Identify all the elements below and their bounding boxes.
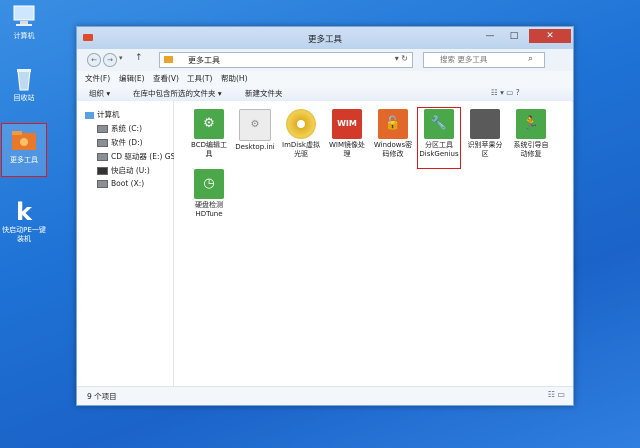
desktop-icon-computer[interactable]: 计算机: [2, 4, 46, 41]
menu-help[interactable]: 帮助(H): [221, 73, 248, 84]
sidebar-item-drive-d[interactable]: 软件 (D:): [97, 137, 143, 148]
disc-icon: [286, 109, 316, 139]
file-list: ⚙ BCD编辑工具 ⚙ Desktop.ini ImDisk虚拟光驱 WIM W…: [174, 101, 572, 386]
status-bar: 9 个项目 ☷ ▭: [77, 386, 573, 405]
back-button[interactable]: ←: [87, 53, 101, 67]
file-item-selected[interactable]: 🔧 分区工具DiskGenius: [417, 107, 461, 169]
menu-edit[interactable]: 编辑(E): [119, 73, 145, 84]
sidebar-item-computer[interactable]: 计算机: [85, 109, 120, 120]
search-box[interactable]: ⌕: [423, 52, 545, 68]
computer-icon: [85, 111, 94, 119]
desktop-icon-label: 快启动PE一键装机: [2, 226, 46, 243]
sidebar-item-drive-e[interactable]: CD 驱动器 (E:) GSP: [97, 151, 180, 162]
navigation-pane: 计算机 系统 (C:) 软件 (D:) CD 驱动器 (E:) GSP 快启动 …: [77, 101, 180, 386]
desktop-icon-label: 计算机: [13, 32, 35, 40]
search-input[interactable]: [424, 53, 536, 65]
usb-drive-icon: [97, 167, 108, 175]
drive-icon: [97, 180, 108, 188]
menu-view[interactable]: 查看(V): [153, 73, 179, 84]
lock-icon: 🔓: [378, 109, 408, 139]
file-name: 分区工具DiskGenius: [419, 141, 459, 158]
svg-text:k: k: [16, 198, 33, 224]
organize-button[interactable]: 组织 ▾: [89, 88, 110, 99]
file-item[interactable]: WIM WIM镜像处理: [327, 109, 367, 159]
view-toggle-icons[interactable]: ☷ ▭: [548, 390, 565, 399]
address-path: 更多工具: [188, 56, 220, 65]
file-name: 识别苹果分区: [467, 141, 503, 158]
sidebar-item-drive-x[interactable]: Boot (X:): [97, 179, 144, 188]
explorer-window: 更多工具 — □ ✕ ← → ▾ ↑ 更多工具 ▾ ↻ ⌕ 文件(F) 编辑(E…: [76, 26, 574, 406]
forward-button[interactable]: →: [103, 53, 117, 67]
menu-bar: 文件(F) 编辑(E) 查看(V) 工具(T) 帮助(H): [77, 71, 573, 85]
address-refresh-icon[interactable]: ▾ ↻: [395, 54, 408, 63]
command-bar: 组织 ▾ 在库中包含所选的文件夹 ▾ 新建文件夹 ☷ ▾ ▭ ?: [77, 85, 573, 102]
folder-icon: [10, 128, 38, 154]
file-name: BCD编辑工具: [191, 141, 227, 158]
sidebar-item-drive-c[interactable]: 系统 (C:): [97, 123, 142, 134]
folder-icon: [164, 56, 173, 63]
cd-drive-icon: [97, 153, 108, 161]
desktop-icon-more-tools[interactable]: 更多工具: [1, 123, 47, 177]
file-name: ImDisk虚拟光驱: [282, 141, 320, 158]
recycle-bin-icon: [10, 66, 38, 92]
computer-icon: [10, 4, 38, 30]
gear-icon: ⚙: [194, 109, 224, 139]
file-item[interactable]: 识别苹果分区: [465, 109, 505, 159]
sidebar-item-drive-u[interactable]: 快启动 (U:): [97, 165, 150, 176]
view-options-button[interactable]: ☷ ▾ ▭ ?: [491, 88, 520, 97]
file-item[interactable]: ◷ 硬盘检测HDTune: [189, 169, 229, 219]
file-item[interactable]: ImDisk虚拟光驱: [281, 109, 321, 159]
file-item[interactable]: ⚙ Desktop.ini: [235, 109, 275, 152]
close-button[interactable]: ✕: [529, 29, 571, 43]
menu-tools[interactable]: 工具(T): [187, 73, 212, 84]
address-bar[interactable]: 更多工具 ▾ ↻: [159, 52, 413, 68]
clock-icon: ◷: [194, 169, 224, 199]
address-row: ← → ▾ ↑ 更多工具 ▾ ↻ ⌕: [77, 49, 573, 71]
file-name: Desktop.ini: [235, 143, 275, 151]
item-count: 9 个项目: [87, 392, 117, 401]
drive-icon: [97, 139, 108, 147]
runner-icon: 🏃: [516, 109, 546, 139]
new-folder-button[interactable]: 新建文件夹: [245, 88, 283, 99]
file-name: 硬盘检测HDTune: [195, 201, 223, 218]
wrench-icon: 🔧: [424, 109, 454, 139]
apple-icon: [470, 109, 500, 139]
desktop-icon-label: 更多工具: [10, 156, 38, 164]
file-name: 系统引导自动修复: [513, 141, 549, 158]
search-icon: ⌕: [528, 54, 534, 64]
wim-icon: WIM: [332, 109, 362, 139]
include-in-library-button[interactable]: 在库中包含所选的文件夹 ▾: [133, 88, 222, 99]
menu-file[interactable]: 文件(F): [85, 73, 110, 84]
file-item[interactable]: 🏃 系统引导自动修复: [511, 109, 551, 159]
desktop-icon-label: 回收站: [13, 94, 35, 102]
file-name: WIM镜像处理: [328, 141, 366, 158]
desktop-icon-recycle-bin[interactable]: 回收站: [2, 66, 46, 103]
desktop-icon-kqd-pe[interactable]: k 快启动PE一键装机: [2, 198, 46, 244]
title-bar[interactable]: 更多工具 — □ ✕: [77, 27, 573, 49]
maximize-button[interactable]: □: [503, 29, 525, 43]
up-button[interactable]: ↑: [135, 53, 143, 63]
file-item[interactable]: 🔓 Windows密码修改: [373, 109, 413, 159]
k-logo-icon: k: [10, 198, 38, 226]
minimize-button[interactable]: —: [479, 29, 501, 43]
recent-pages-dropdown[interactable]: ▾: [119, 54, 123, 62]
file-item[interactable]: ⚙ BCD编辑工具: [189, 109, 229, 159]
ini-file-icon: ⚙: [239, 109, 271, 141]
file-name: Windows密码修改: [373, 141, 413, 158]
drive-icon: [97, 125, 108, 133]
